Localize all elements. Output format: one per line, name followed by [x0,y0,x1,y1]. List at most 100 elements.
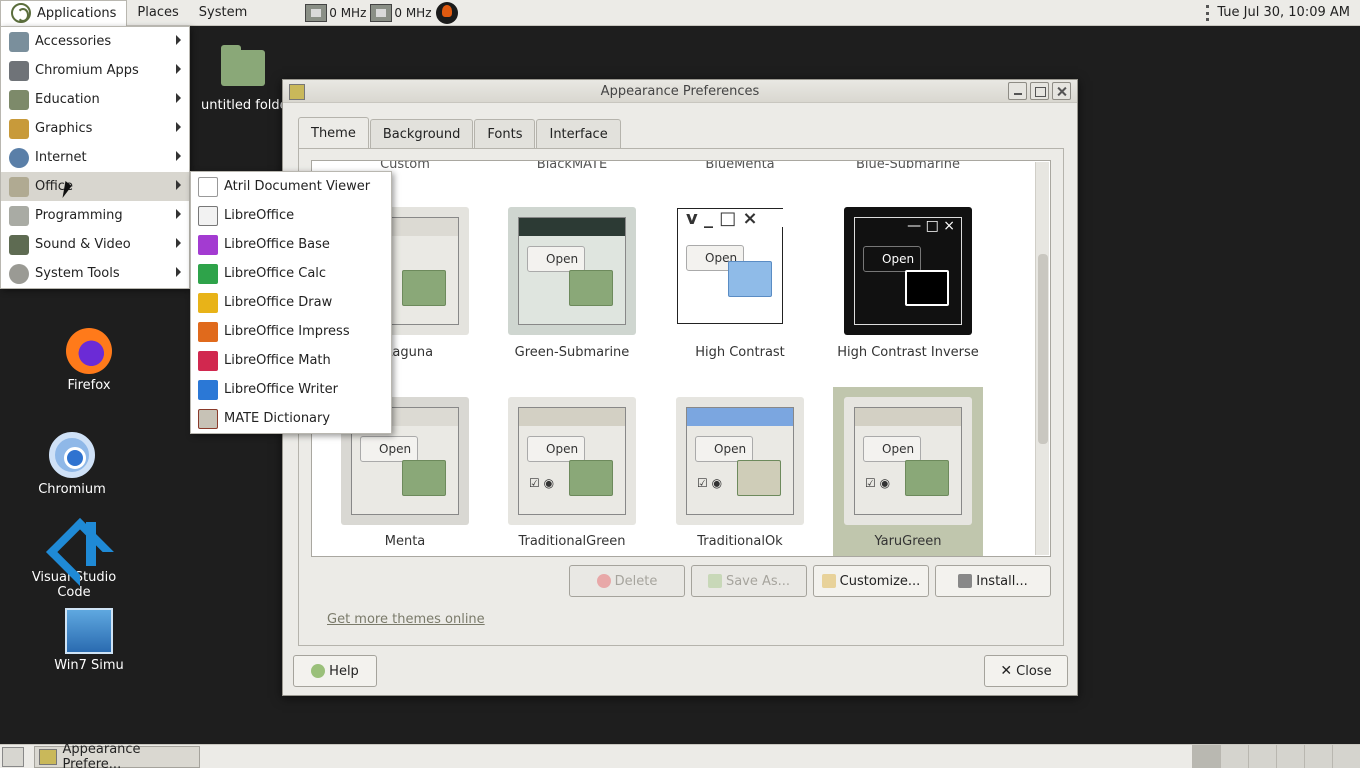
menu-item-sound-video[interactable]: Sound & Video [1,230,189,259]
workspace-2[interactable] [1220,744,1248,768]
workspace-1[interactable] [1192,744,1220,768]
programming-icon [9,205,29,226]
menu-item-libreoffice-calc[interactable]: LibreOffice Calc [191,259,391,288]
taskbar-window-button[interactable]: Appearance Prefere... [34,742,200,768]
close-button[interactable]: ✕ Close [984,655,1068,687]
submenu-arrow-icon [176,209,181,219]
theme-list[interactable]: Custom BlackMATE BlueMenta Blue-Submarin… [311,160,1051,557]
libreoffice-impress-icon [198,321,218,342]
window-app-icon [289,84,305,100]
tab-theme[interactable]: Theme [298,117,369,148]
theme-label: Menta [384,534,426,549]
window-titlebar[interactable]: Appearance Preferences [283,80,1077,103]
desktop-icon-chromium[interactable]: Chromium [17,432,127,497]
menu-item-libreoffice-math[interactable]: LibreOffice Math [191,346,391,375]
theme-item[interactable]: Open ☑ ◉ TraditionalOk [665,397,815,556]
menu-item-mate-dictionary[interactable]: MATE Dictionary [191,404,391,433]
cpu-freq-1-value: 0 MHz [329,5,367,20]
bird-applet-icon[interactable] [435,1,458,24]
delete-label: Delete [614,573,658,589]
theme-label-partial: BlueMenta [705,160,775,172]
system-menu[interactable]: System [189,0,257,26]
menu-item-system-tools[interactable]: System Tools [1,259,189,288]
menu-item-libreoffice[interactable]: LibreOffice [191,201,391,230]
window-title: Appearance Preferences [600,83,760,99]
taskbar-window-label: Appearance Prefere... [62,741,141,768]
desktop-icon-win7[interactable]: Win7 Simu [34,608,144,673]
scrollbar-thumb[interactable] [1038,254,1048,444]
workspace-4[interactable] [1276,744,1304,768]
menu-item-chromium-apps[interactable]: Chromium Apps [1,56,189,85]
menu-item-programming[interactable]: Programming [1,201,189,230]
show-desktop-button[interactable] [2,746,24,767]
cpu-freq-1[interactable]: 0 MHz [305,3,367,22]
desktop-icon-label: Chromium [38,482,106,497]
places-menu[interactable]: Places [127,0,188,26]
submenu-arrow-icon [176,35,181,45]
menu-item-atril[interactable]: Atril Document Viewer [191,172,391,201]
menu-item-libreoffice-draw[interactable]: LibreOffice Draw [191,288,391,317]
tab-background[interactable]: Background [369,119,474,148]
atril-icon [198,176,218,197]
chromium-apps-icon [9,60,29,81]
menu-item-libreoffice-impress[interactable]: LibreOffice Impress [191,317,391,346]
desktop-icon-label: Win7 Simu [54,658,124,673]
menu-item-label: Chromium Apps [35,63,139,78]
menu-item-education[interactable]: Education [1,85,189,114]
submenu-arrow-icon [176,238,181,248]
win7-simu-icon [65,608,113,654]
theme-list-scrollbar[interactable] [1035,162,1049,555]
internet-icon [9,147,29,168]
minimize-button[interactable] [1008,82,1027,100]
menu-item-office[interactable]: Office [1,172,189,201]
theme-item-selected[interactable]: Open ☑ ◉ YaruGreen [833,387,983,556]
clock-applet[interactable]: Tue Jul 30, 10:09 AM [1206,4,1360,21]
workspace-5[interactable] [1304,744,1332,768]
submenu-arrow-icon [176,93,181,103]
submenu-arrow-icon [176,180,181,190]
folder-icon [905,270,949,306]
save-as-button[interactable]: Save As... [691,565,807,597]
dictionary-icon [198,408,218,429]
submenu-arrow-icon [176,267,181,277]
maximize-button[interactable] [1030,82,1049,100]
install-button[interactable]: Install... [935,565,1051,597]
applications-menu[interactable]: Applications [0,0,128,26]
theme-label-partial: Blue-Submarine [855,160,961,172]
more-themes-link[interactable]: Get more themes online [327,612,485,627]
workspace-3[interactable] [1248,744,1276,768]
theme-label: Green-Submarine [514,345,630,360]
install-label: Install... [976,573,1028,589]
tab-interface[interactable]: Interface [536,119,621,148]
window-app-icon [39,748,57,765]
menu-item-libreoffice-writer[interactable]: LibreOffice Writer [191,375,391,404]
menu-item-internet[interactable]: Internet [1,143,189,172]
workspace-switcher [1192,744,1360,768]
theme-item[interactable]: Open Green-Submarine [497,207,647,367]
cpu-chip-icon [370,3,393,22]
customize-button[interactable]: Customize... [813,565,929,597]
preview-checkboxes: ☑ ◉ [529,476,555,490]
help-button[interactable]: Help [293,655,377,687]
folder-icon [221,45,265,86]
workspace-6[interactable] [1332,744,1360,768]
delete-button[interactable]: Delete [569,565,685,597]
menu-item-label: MATE Dictionary [224,411,331,426]
menu-item-label: Sound & Video [35,237,131,252]
libreoffice-icon [198,205,218,226]
desktop-icon-vscode[interactable]: Visual Studio Code [14,522,134,600]
tab-bar: Theme Background Fonts Interface [298,117,622,148]
desktop-icon-firefox[interactable]: Firefox [34,328,144,393]
tab-fonts[interactable]: Fonts [474,119,536,148]
theme-item[interactable]: — □ × Open High Contrast Inverse [833,207,983,367]
theme-item[interactable]: v _ □ × Open High Contrast [665,207,815,367]
preview-checkboxes: ☑ ◉ [865,476,891,490]
window-close-button[interactable] [1052,82,1071,100]
menu-item-libreoffice-base[interactable]: LibreOffice Base [191,230,391,259]
theme-item[interactable]: Open ☑ ◉ TraditionalGreen [497,397,647,556]
save-icon [707,574,722,588]
cpu-freq-2[interactable]: 0 MHz [370,3,432,22]
menu-item-accessories[interactable]: Accessories [1,27,189,56]
menu-item-graphics[interactable]: Graphics [1,114,189,143]
menu-item-label: LibreOffice Calc [224,266,327,281]
